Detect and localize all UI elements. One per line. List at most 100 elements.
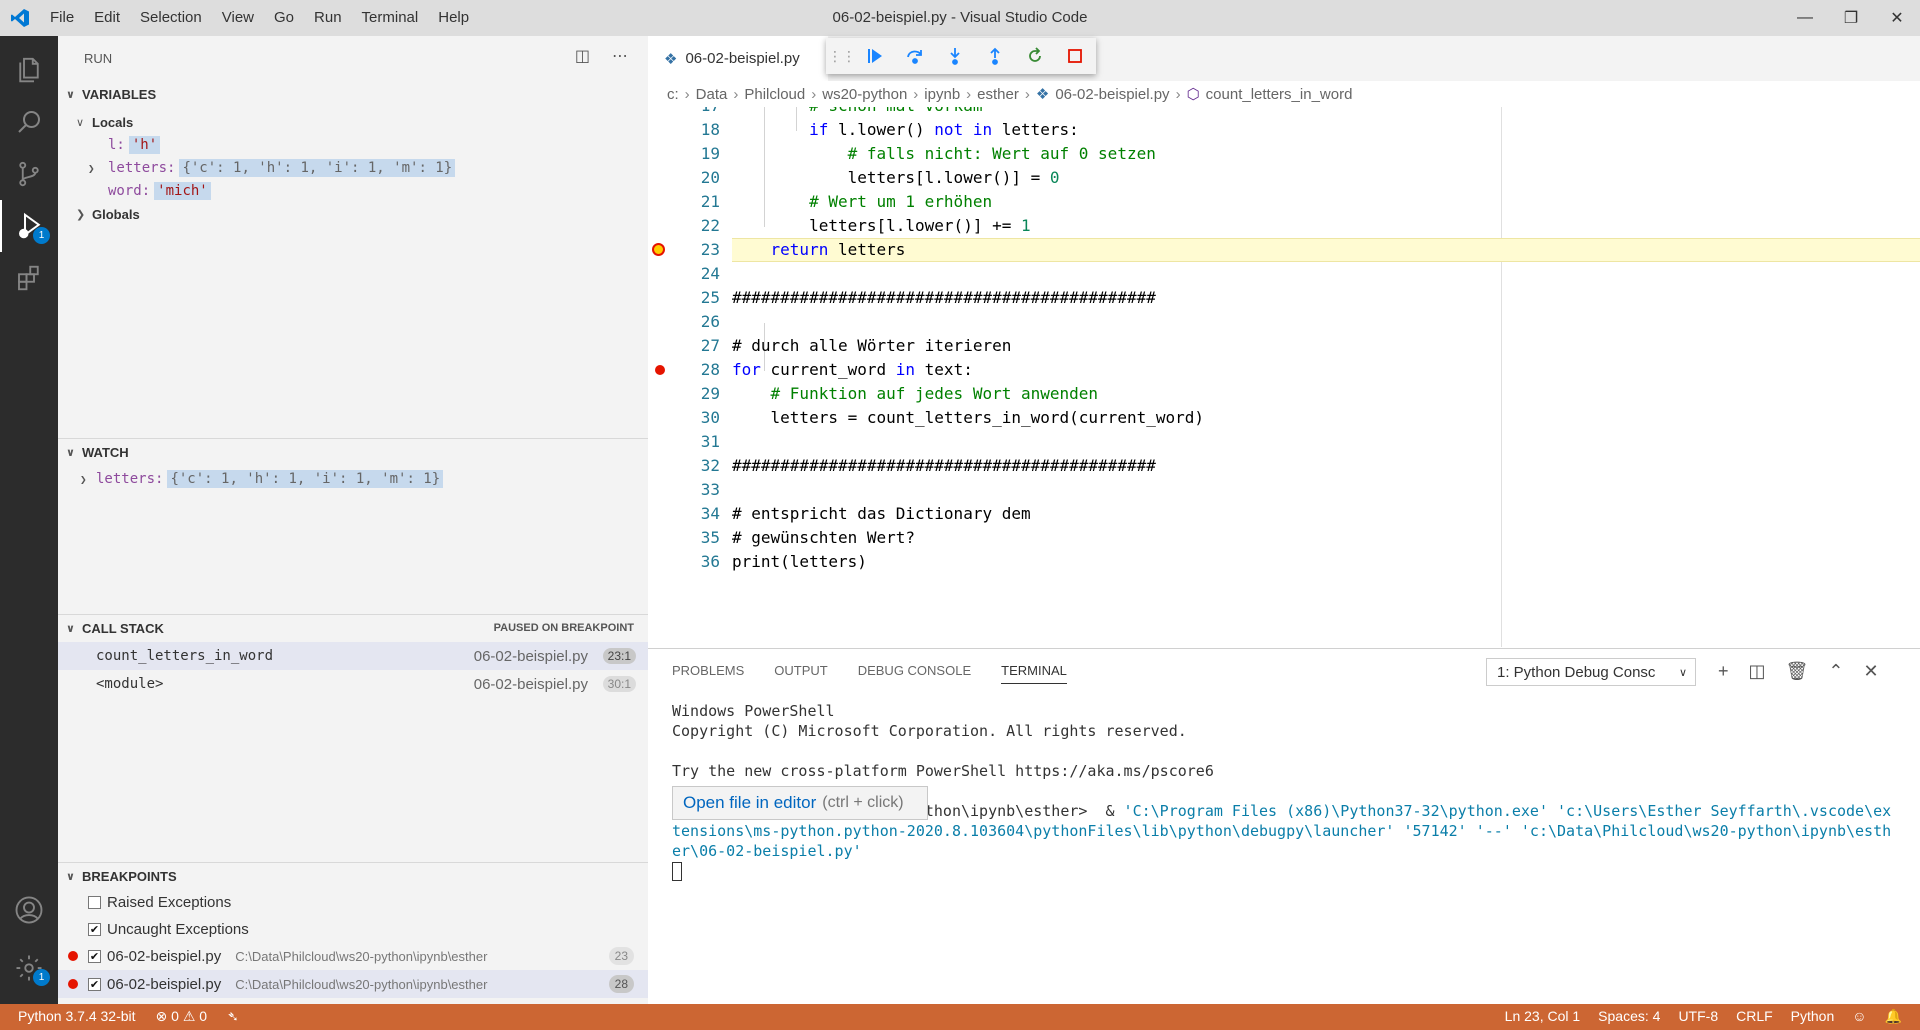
- variable-row[interactable]: l: 'h': [108, 133, 161, 157]
- breakpoint-file: 06-02-beispiel.py: [107, 947, 222, 965]
- breadcrumb-item[interactable]: Data: [696, 86, 728, 103]
- menu-help[interactable]: Help: [428, 0, 479, 36]
- breadcrumb-item[interactable]: c:: [667, 86, 679, 103]
- breakpoint-line: 28: [608, 975, 634, 993]
- uncaught-exceptions-checkbox[interactable]: ✔: [88, 922, 101, 936]
- variable-row[interactable]: word: 'mich': [108, 179, 211, 203]
- menu-edit[interactable]: Edit: [84, 0, 130, 36]
- stop-icon[interactable]: [1062, 43, 1088, 69]
- problems-status[interactable]: ⊗ 0 ⚠ 0: [156, 1008, 208, 1025]
- extensions-icon[interactable]: [0, 252, 58, 304]
- step-into-icon[interactable]: [942, 43, 968, 69]
- settings-badge: 1: [33, 969, 50, 986]
- code-editor[interactable]: 17 # schon mal vorkam 18 if l.lower() no…: [648, 107, 1920, 647]
- breadcrumb-item[interactable]: esther: [977, 86, 1019, 103]
- menu-run[interactable]: Run: [304, 0, 352, 36]
- run-sidebar: RUN ◫ ⋯ ∨ VARIABLES ∨ Locals l: 'h' ❯ le…: [58, 36, 648, 1004]
- tab-terminal[interactable]: TERMINAL: [1001, 663, 1067, 684]
- breakpoint-row[interactable]: ✔ 06-02-beispiel.py C:\Data\Philcloud\ws…: [58, 942, 648, 970]
- tab-06-02-beispiel[interactable]: ❖ 06-02-beispiel.py: [648, 36, 828, 81]
- section-divider: [58, 438, 648, 439]
- menu-file[interactable]: File: [40, 0, 84, 36]
- language-mode[interactable]: Python: [1791, 1008, 1835, 1025]
- terminal-line: Windows PowerShell: [672, 702, 835, 720]
- breakpoint-checkbox[interactable]: ✔: [88, 977, 101, 991]
- stack-frame[interactable]: <module> 06-02-beispiel.py 30:1: [58, 670, 648, 698]
- menu-selection[interactable]: Selection: [130, 0, 212, 36]
- frame-file: 06-02-beispiel.py: [473, 675, 588, 693]
- search-icon[interactable]: [0, 96, 58, 148]
- tab-debug-console[interactable]: DEBUG CONSOLE: [858, 663, 971, 684]
- step-over-icon[interactable]: [902, 43, 928, 69]
- globals-scope[interactable]: ❯ Globals: [76, 202, 140, 226]
- open-debug-console-icon[interactable]: ◫: [575, 46, 590, 66]
- status-bar: Python 3.7.4 32-bit ⊗ 0 ⚠ 0 ➴ Ln 23, Col…: [0, 1004, 1920, 1030]
- breadcrumb-item[interactable]: ipynb: [924, 86, 960, 103]
- watch-item[interactable]: ❯ letters: {'c': 1, 'h': 1, 'i': 1, 'm':…: [80, 467, 444, 491]
- step-out-icon[interactable]: [982, 43, 1008, 69]
- tab-problems[interactable]: PROBLEMS: [672, 663, 744, 684]
- breadcrumb-item[interactable]: ws20-python: [822, 86, 907, 103]
- raised-exceptions-row[interactable]: Raised Exceptions: [58, 888, 648, 916]
- breakpoints-section-header[interactable]: ∨ BREAKPOINTS: [58, 864, 648, 888]
- menu-go[interactable]: Go: [264, 0, 304, 36]
- variable-value: 'h': [128, 136, 161, 154]
- drag-handle-icon[interactable]: ⋮⋮: [828, 43, 856, 69]
- terminal-line: Try the new cross-platform PowerShell ht…: [672, 762, 1214, 780]
- cursor-position[interactable]: Ln 23, Col 1: [1505, 1008, 1581, 1025]
- frame-function: count_letters_in_word: [96, 648, 274, 664]
- warning-count: 0: [199, 1008, 208, 1024]
- more-actions-icon[interactable]: ⋯: [612, 46, 628, 66]
- breadcrumb-item[interactable]: count_letters_in_word: [1206, 86, 1353, 103]
- watch-section-header[interactable]: ∨ WATCH: [58, 440, 648, 464]
- kill-terminal-icon[interactable]: 🗑: [1786, 661, 1809, 682]
- tab-output[interactable]: OUTPUT: [774, 663, 827, 684]
- source-control-icon[interactable]: [0, 148, 58, 200]
- terminal-command: er\06-02-beispiel.py': [672, 842, 862, 860]
- terminal-select[interactable]: 1: Python Debug Consc ∨: [1486, 658, 1696, 686]
- live-share-icon[interactable]: ➴: [227, 1008, 239, 1025]
- uncaught-exceptions-row[interactable]: ✔ Uncaught Exceptions: [58, 915, 648, 943]
- locals-scope[interactable]: ∨ Locals: [76, 110, 133, 134]
- encoding-status[interactable]: UTF-8: [1678, 1008, 1718, 1025]
- indentation-status[interactable]: Spaces: 4: [1598, 1008, 1660, 1025]
- python-interpreter-status[interactable]: Python 3.7.4 32-bit: [18, 1008, 136, 1025]
- chevron-right-icon: ❯: [80, 472, 87, 486]
- new-terminal-icon[interactable]: +: [1718, 661, 1729, 682]
- minimize-icon[interactable]: —: [1782, 0, 1828, 36]
- variables-section-header[interactable]: ∨ VARIABLES: [58, 82, 648, 106]
- callstack-section-header[interactable]: ∨ CALL STACK PAUSED ON BREAKPOINT: [58, 616, 648, 640]
- terminal-output[interactable]: Windows PowerShell Copyright (C) Microso…: [672, 701, 1891, 861]
- split-terminal-icon[interactable]: ◫: [1749, 661, 1766, 682]
- breadcrumb-item[interactable]: Philcloud: [744, 86, 805, 103]
- menu-terminal[interactable]: Terminal: [352, 0, 429, 36]
- tooltip-link[interactable]: Open file in editor: [683, 793, 816, 813]
- close-panel-icon[interactable]: ✕: [1863, 661, 1878, 682]
- notifications-icon[interactable]: 🔔: [1885, 1008, 1902, 1025]
- feedback-icon[interactable]: ☺: [1852, 1008, 1866, 1025]
- breakpoint-checkbox[interactable]: ✔: [88, 949, 101, 963]
- watch-title: WATCH: [82, 444, 129, 460]
- eol-status[interactable]: CRLF: [1736, 1008, 1773, 1025]
- menu-view[interactable]: View: [212, 0, 264, 36]
- variable-name: l:: [108, 137, 125, 153]
- variable-row[interactable]: ❯ letters: {'c': 1, 'h': 1, 'i': 1, 'm':…: [88, 156, 456, 180]
- breakpoint-row[interactable]: ✔ 06-02-beispiel.py C:\Data\Philcloud\ws…: [58, 970, 648, 998]
- restore-icon[interactable]: ❐: [1828, 0, 1874, 36]
- breakpoint-line: 23: [608, 947, 634, 965]
- breadcrumb-item[interactable]: 06-02-beispiel.py: [1055, 86, 1169, 103]
- variable-value: {'c': 1, 'h': 1, 'i': 1, 'm': 1}: [179, 159, 456, 177]
- stack-frame[interactable]: count_letters_in_word 06-02-beispiel.py …: [58, 642, 648, 670]
- close-icon[interactable]: ✕: [1874, 0, 1920, 36]
- accounts-icon[interactable]: [0, 884, 58, 936]
- maximize-panel-icon[interactable]: ⌃: [1828, 661, 1843, 682]
- explorer-icon[interactable]: [0, 44, 58, 96]
- raised-exceptions-checkbox[interactable]: [88, 895, 101, 909]
- run-debug-icon[interactable]: 1: [0, 200, 58, 252]
- restart-icon[interactable]: [1022, 43, 1048, 69]
- open-file-tooltip[interactable]: Open file in editor (ctrl + click): [672, 786, 928, 820]
- error-icon: ⊗: [155, 1008, 168, 1024]
- breakpoint-path: C:\Data\Philcloud\ws20-python\ipynb\esth…: [235, 976, 488, 992]
- continue-icon[interactable]: [862, 43, 888, 69]
- settings-gear-icon[interactable]: 1: [0, 942, 58, 994]
